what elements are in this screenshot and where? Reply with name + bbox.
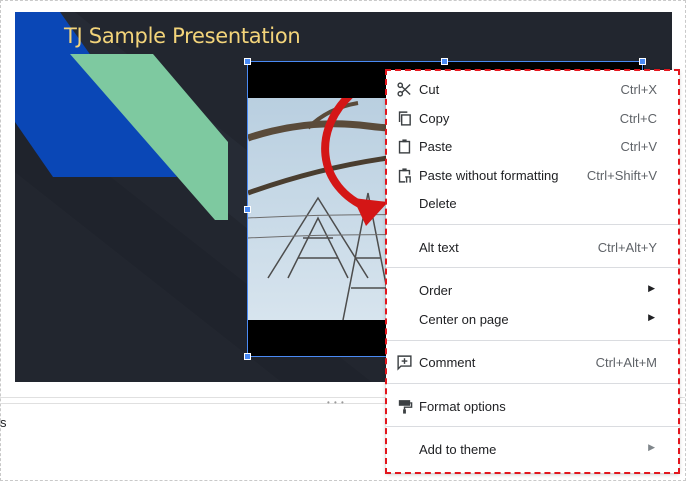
resize-handle-top[interactable] <box>441 58 448 65</box>
paste-plain-icon <box>398 168 411 183</box>
menu-item-label: Delete <box>419 196 457 211</box>
menu-item-copy[interactable]: Copy Ctrl+C <box>386 104 679 132</box>
menu-item-format-options[interactable]: Format options <box>386 392 679 420</box>
slide-title[interactable]: TJ Sample Presentation <box>64 24 301 48</box>
format-paint-icon <box>398 400 413 414</box>
menu-item-label: Paste <box>419 139 453 154</box>
menu-item-shortcut: Ctrl+C <box>619 111 657 126</box>
resize-handle-top-right[interactable] <box>639 58 646 65</box>
menu-item-comment[interactable]: Comment Ctrl+Alt+M <box>386 348 679 376</box>
submenu-arrow-icon: ▶ <box>648 312 655 322</box>
menu-item-shortcut: Ctrl+Shift+V <box>586 168 657 183</box>
menu-item-shortcut: Ctrl+X <box>620 82 657 97</box>
menu-item-alt-text[interactable]: Alt text Ctrl+Alt+Y <box>386 233 679 261</box>
menu-item-add-to-theme[interactable]: Add to theme ▶ <box>386 435 679 463</box>
submenu-arrow-icon: ▶ <box>648 442 655 452</box>
menu-separator <box>386 224 679 225</box>
menu-item-label: Center on page <box>419 312 509 327</box>
copy-icon <box>398 111 411 126</box>
menu-item-label: Paste without formatting <box>419 168 559 183</box>
menu-item-label: Copy <box>419 111 450 126</box>
menu-item-label: Format options <box>419 399 506 414</box>
menu-item-paste[interactable]: Paste Ctrl+V <box>386 132 679 160</box>
scissors-icon <box>397 82 411 97</box>
menu-item-label: Add to theme <box>419 442 497 457</box>
submenu-arrow-icon: ▶ <box>648 283 655 293</box>
context-menu: Cut Ctrl+X Copy Ctrl+C Paste Ctrl+V Past… <box>386 70 679 473</box>
add-comment-icon <box>397 355 412 371</box>
menu-item-label: Cut <box>419 82 440 97</box>
menu-item-order[interactable]: Order ▶ <box>386 276 679 304</box>
clipboard-icon <box>398 139 411 154</box>
resize-handle-bottom-left[interactable] <box>244 353 251 360</box>
menu-item-cut[interactable]: Cut Ctrl+X <box>386 75 679 103</box>
resize-handle-top-left[interactable] <box>244 58 251 65</box>
menu-item-delete[interactable]: Delete <box>386 189 679 217</box>
menu-item-center-on-page[interactable]: Center on page ▶ <box>386 305 679 333</box>
menu-separator <box>386 426 679 427</box>
drag-handle-icon[interactable]: • • • <box>327 398 345 407</box>
menu-item-label: Alt text <box>419 240 459 255</box>
menu-item-shortcut: Ctrl+Alt+M <box>595 355 657 370</box>
speaker-notes-text[interactable]: s <box>0 415 7 430</box>
menu-item-label: Comment <box>419 355 476 370</box>
resize-handle-left[interactable] <box>244 206 251 213</box>
menu-item-paste-without-formatting[interactable]: Paste without formatting Ctrl+Shift+V <box>386 161 679 189</box>
menu-item-shortcut: Ctrl+Alt+Y <box>597 240 657 255</box>
menu-separator <box>386 340 679 341</box>
menu-item-label: Order <box>419 283 453 298</box>
menu-item-shortcut: Ctrl+V <box>620 139 657 154</box>
menu-separator <box>386 383 679 384</box>
menu-separator <box>386 267 679 268</box>
